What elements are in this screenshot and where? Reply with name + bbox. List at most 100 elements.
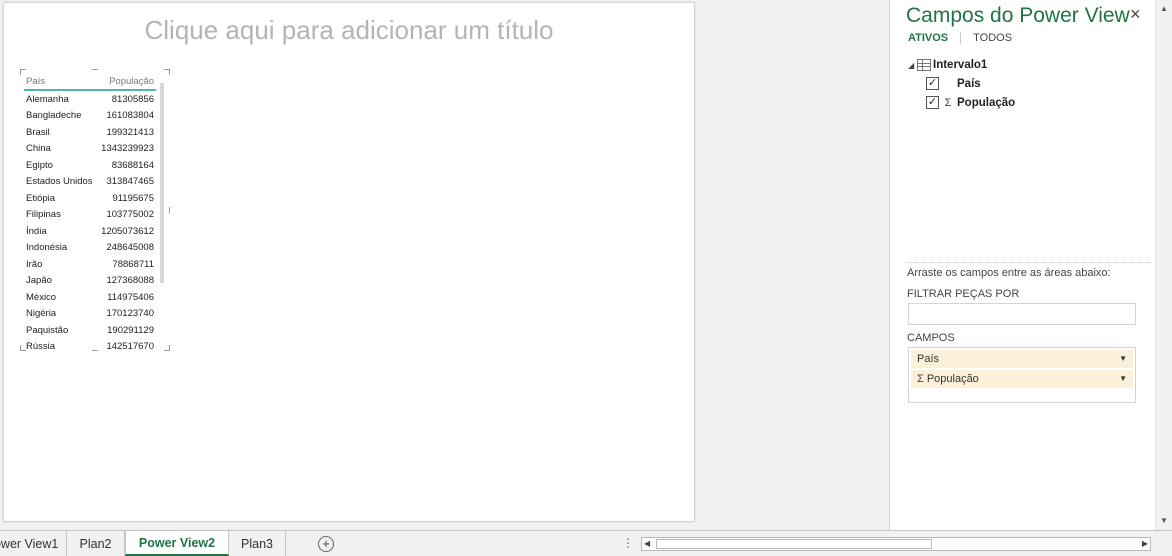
column-header-population[interactable]: População — [97, 76, 156, 87]
cell-population: 170123740 — [106, 308, 154, 320]
field-label-country: País — [957, 77, 981, 90]
field-pill-label: População — [926, 373, 979, 385]
table-row[interactable]: Etiópia 91195675 — [24, 190, 156, 207]
cell-country: Etiópia — [26, 192, 56, 204]
fields-drop-area[interactable]: País ▼ Σ População ▼ — [908, 347, 1136, 403]
checkbox-country[interactable]: ✓ — [926, 77, 939, 90]
sheet-tab-power-view2[interactable]: Power View2 — [125, 531, 229, 556]
field-pill-label: País — [917, 353, 940, 365]
field-label-population: População — [957, 96, 1016, 109]
table-icon — [917, 59, 931, 71]
scroll-right-arrow-icon[interactable]: ▶ — [1142, 539, 1148, 548]
tree-field-country[interactable]: ✓ País — [908, 74, 1015, 93]
dropdown-arrow-icon[interactable]: ▼ — [1119, 374, 1127, 383]
tree-table-node[interactable]: ◢ Intervalo1 — [908, 56, 1015, 74]
table-row[interactable]: China 1343239923 — [24, 141, 156, 158]
cell-country: Filipinas — [26, 209, 61, 221]
table-row[interactable]: Japão 127368088 — [24, 273, 156, 290]
power-view-canvas: Clique aqui para adicionar um título Paí… — [0, 0, 889, 530]
cell-country: Nigéria — [26, 308, 57, 320]
title-placeholder[interactable]: Clique aqui para adicionar um título — [4, 15, 694, 46]
panel-title: Campos do Power View — [906, 4, 1130, 27]
field-tree: ◢ Intervalo1 ✓ País ✓ Σ População — [908, 56, 1015, 112]
cell-population: 91195675 — [112, 192, 154, 204]
field-pill-population[interactable]: Σ População ▼ — [911, 370, 1133, 388]
cell-population: 1205073612 — [101, 225, 154, 237]
fields-panel: Campos do Power View × ATIVOS TODOS ◢ In… — [889, 0, 1155, 530]
sigma-icon: Σ — [944, 96, 952, 109]
table-row[interactable]: Alemanha 81305856 — [24, 91, 156, 108]
cell-country: Estados Unidos — [26, 176, 93, 188]
table-row[interactable]: Irão 78868711 — [24, 256, 156, 273]
resize-handle-br[interactable] — [164, 345, 170, 351]
field-pill-country[interactable]: País ▼ — [911, 350, 1133, 368]
column-header-country[interactable]: País — [24, 76, 97, 87]
scroll-left-arrow-icon[interactable]: ◀ — [644, 539, 650, 548]
cell-country: Irão — [26, 258, 43, 270]
sheet-tab-power-view1[interactable]: Power View1 — [0, 531, 67, 556]
panel-divider[interactable] — [906, 262, 1152, 263]
horizontal-scroll-thumb[interactable] — [656, 539, 932, 549]
add-sheet-icon[interactable]: + — [318, 536, 334, 552]
tree-field-population[interactable]: ✓ Σ População — [908, 93, 1015, 112]
cell-population: 190291129 — [107, 324, 154, 336]
cell-population: 161083804 — [106, 110, 154, 122]
sheet-tab-label: Plan3 — [241, 536, 273, 551]
table-row[interactable]: Filipinas 103775002 — [24, 207, 156, 224]
cell-population: 199321413 — [106, 126, 154, 138]
table-row[interactable]: Nigéria 170123740 — [24, 306, 156, 323]
table-row[interactable]: Egipto 83688164 — [24, 157, 156, 174]
splitter-dots-icon[interactable]: ⋮ — [622, 536, 634, 550]
resize-handle-bottom[interactable] — [92, 350, 98, 351]
cell-population: 78868711 — [112, 258, 154, 270]
filter-drop-area[interactable] — [908, 303, 1136, 325]
table-scrollbar[interactable] — [160, 83, 164, 283]
panel-scrollbar[interactable]: ▲ ▼ — [1155, 0, 1172, 530]
horizontal-scrollbar[interactable]: ◀ ▶ — [641, 537, 1151, 551]
report-sheet[interactable]: Clique aqui para adicionar um título Paí… — [3, 2, 695, 522]
table-row[interactable]: México 114975406 — [24, 289, 156, 306]
cell-population: 81305856 — [111, 93, 154, 105]
table-row[interactable]: Bangladeche 161083804 — [24, 108, 156, 125]
cell-country: Brasil — [26, 126, 50, 138]
resize-handle-top[interactable] — [92, 69, 98, 70]
sigma-icon: Σ — [917, 373, 924, 385]
cell-population: 103775002 — [106, 209, 154, 221]
cell-country: Bangladeche — [26, 110, 82, 122]
cell-population: 1343239923 — [101, 143, 154, 155]
table-body: Alemanha 81305856 Bangladeche 161083804 Bras… — [24, 91, 156, 349]
table-row[interactable]: Índia 1205073612 — [24, 223, 156, 240]
checkbox-population[interactable]: ✓ — [926, 96, 939, 109]
scroll-down-arrow-icon[interactable]: ▼ — [1160, 516, 1168, 525]
table-row[interactable]: Indonésia 248645008 — [24, 240, 156, 257]
collapse-arrow-icon[interactable]: ◢ — [908, 61, 916, 70]
table-name: Intervalo1 — [933, 59, 988, 71]
cell-country: México — [26, 291, 57, 303]
filter-section-label: FILTRAR PEÇAS POR — [907, 288, 1020, 300]
cell-population: 313847465 — [106, 176, 154, 188]
resize-handle-tr[interactable] — [164, 69, 170, 75]
resize-handle-right[interactable] — [169, 207, 170, 213]
tab-active[interactable]: ATIVOS — [906, 32, 962, 44]
sheet-tab-label: Power View1 — [0, 536, 59, 551]
table-row[interactable]: Rússia 142517670 — [24, 339, 156, 349]
table-visualization[interactable]: País População Alemanha 81305856 Bangladec… — [20, 69, 170, 351]
table-row[interactable]: Paquistão 190291129 — [24, 322, 156, 339]
cell-population: 248645008 — [106, 242, 154, 254]
sheet-tab-plan3[interactable]: Plan3 — [229, 531, 286, 556]
panel-tabs: ATIVOS TODOS — [906, 32, 1024, 44]
cell-country: Índia — [26, 225, 47, 237]
table-row[interactable]: Brasil 199321413 — [24, 124, 156, 141]
close-icon[interactable]: × — [1130, 4, 1141, 25]
cell-country: Indonésia — [26, 242, 68, 254]
sheet-tab-label: Plan2 — [79, 536, 112, 551]
tab-all[interactable]: TODOS — [961, 32, 1024, 44]
cell-country: Egipto — [26, 159, 53, 171]
cell-country: Paquistão — [26, 324, 69, 336]
scroll-up-arrow-icon[interactable]: ▲ — [1160, 4, 1168, 13]
sheet-tab-plan2[interactable]: Plan2 — [67, 531, 125, 556]
cell-country: Rússia — [26, 341, 56, 349]
data-table: País População Alemanha 81305856 Bangladec… — [24, 75, 156, 349]
table-row[interactable]: Estados Unidos 313847465 — [24, 174, 156, 191]
dropdown-arrow-icon[interactable]: ▼ — [1119, 354, 1127, 363]
